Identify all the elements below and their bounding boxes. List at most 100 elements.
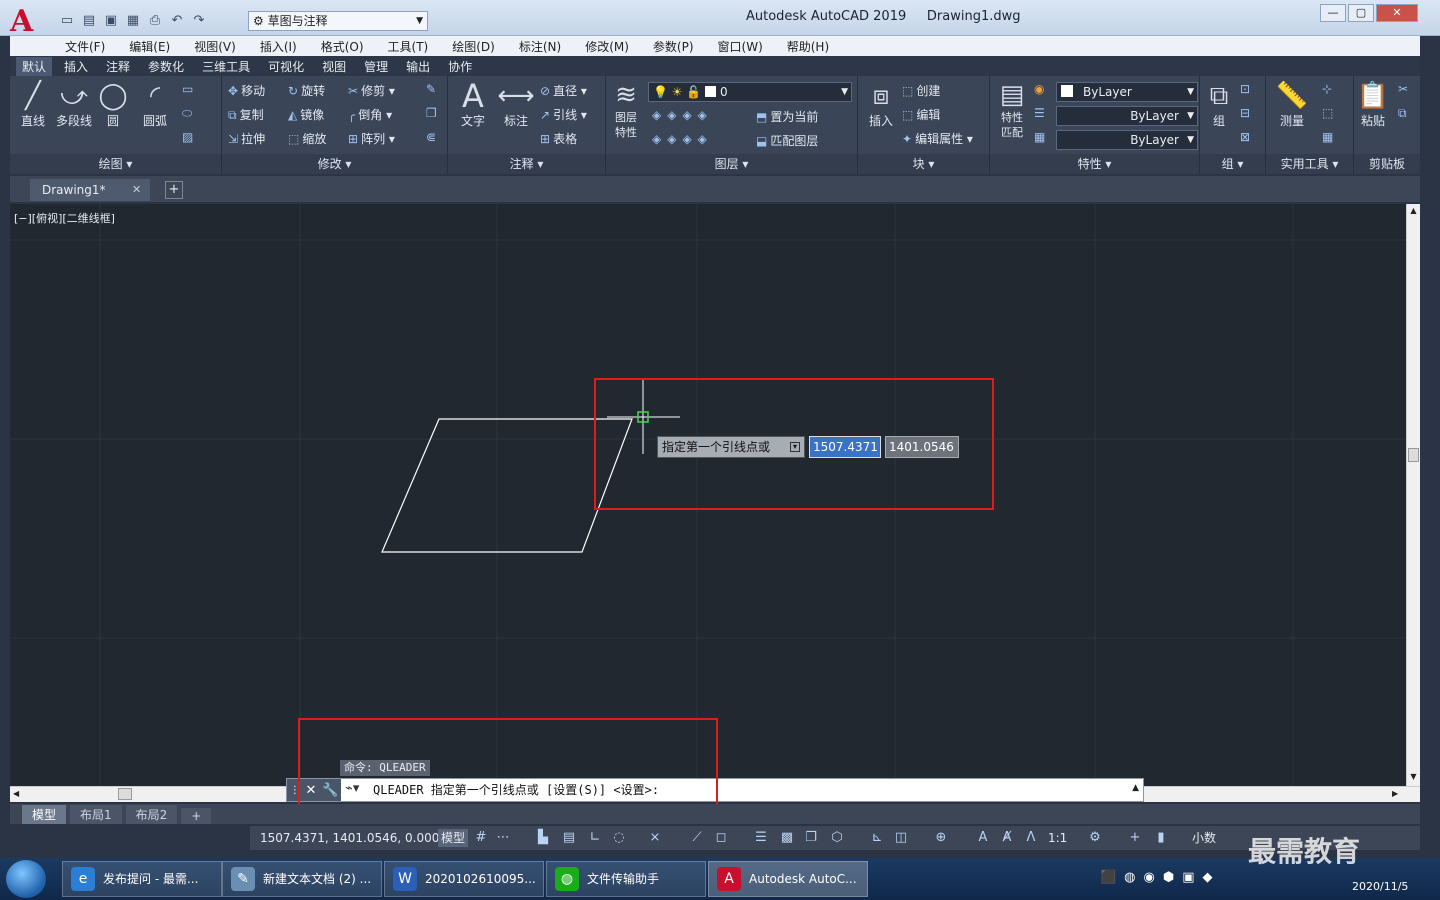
- tab-view[interactable]: 视图: [316, 57, 352, 76]
- chevron-up-icon[interactable]: ▲: [1132, 783, 1139, 793]
- tab-layout1[interactable]: 布局1: [70, 805, 122, 824]
- menu-edit[interactable]: 编辑(E): [129, 38, 170, 55]
- save-icon[interactable]: ▣: [102, 12, 120, 30]
- save-as-icon[interactable]: ▦: [124, 12, 142, 30]
- set-current-layer-button[interactable]: ⬒ 置为当前: [756, 108, 818, 125]
- menu-modify[interactable]: 修改(M): [585, 38, 629, 55]
- copy-button[interactable]: ⧉ 复制: [228, 106, 264, 123]
- tab-default[interactable]: 默认: [16, 56, 53, 76]
- menu-parametric[interactable]: 参数(P): [653, 38, 694, 55]
- new-file-icon[interactable]: ▭: [58, 12, 76, 30]
- tab-visualize[interactable]: 可视化: [262, 57, 310, 76]
- table-button[interactable]: ⊞ 表格: [540, 130, 577, 147]
- menu-window[interactable]: 窗口(W): [718, 38, 763, 55]
- create-block-button[interactable]: ⬚ 创建: [902, 82, 940, 99]
- object-snap-icon[interactable]: ◻: [712, 829, 730, 847]
- annotation-visibility-icon[interactable]: A: [974, 829, 992, 847]
- panel-properties-label[interactable]: 特性 ▾: [990, 154, 1199, 174]
- arc-button[interactable]: ◜ 圆弧: [138, 80, 172, 129]
- minimize-button[interactable]: —: [1320, 4, 1346, 22]
- polar-icon[interactable]: ◌: [610, 829, 628, 847]
- menu-insert[interactable]: 插入(I): [260, 38, 297, 55]
- taskbar-item-notepad[interactable]: ✎ 新建文本文档 (2) ...: [222, 861, 382, 897]
- mirror-button[interactable]: ◭ 镜像: [288, 106, 324, 123]
- panel-block-label[interactable]: 块 ▾: [858, 154, 989, 174]
- line-button[interactable]: ╱ 直线: [16, 80, 50, 129]
- units-icon[interactable]: ▮: [1152, 829, 1170, 847]
- match-properties-button[interactable]: ▤ 特性 匹配: [994, 80, 1030, 140]
- move-button[interactable]: ✥ 移动: [228, 82, 265, 99]
- add-layout-button[interactable]: +: [181, 808, 212, 824]
- panel-modify-label[interactable]: 修改 ▾: [222, 154, 447, 174]
- tab-annotate[interactable]: 注释: [100, 57, 136, 76]
- scroll-left-icon[interactable]: ◀: [13, 789, 19, 798]
- scale-button[interactable]: ⬚ 缩放: [288, 130, 326, 147]
- menu-help[interactable]: 帮助(H): [787, 38, 829, 55]
- group-edit-button[interactable]: ⊟: [1240, 106, 1253, 120]
- edit-block-button[interactable]: ⬚ 编辑: [902, 106, 940, 123]
- fillet-button[interactable]: ╭ 倒角 ▾: [348, 106, 392, 123]
- cut-button[interactable]: ✂: [1398, 82, 1411, 96]
- vertical-scrollbar[interactable]: ▲ ▼: [1406, 204, 1420, 786]
- layer-tools-row1[interactable]: ◈◈◈◈: [652, 108, 716, 122]
- tab-layout2[interactable]: 布局2: [125, 805, 178, 824]
- linetype-dropdown[interactable]: ByLayer ▼: [1056, 106, 1198, 126]
- selection-filter-icon[interactable]: ◫: [892, 829, 910, 847]
- transparency-display-icon[interactable]: ▩: [778, 829, 796, 847]
- erase-button[interactable]: ✎: [426, 82, 439, 96]
- dropdown-arrow-icon[interactable]: ▾: [790, 442, 800, 452]
- text-button[interactable]: A 文字: [456, 80, 490, 129]
- panel-groups-label[interactable]: 组 ▾: [1200, 154, 1265, 174]
- scroll-down-icon[interactable]: ▼: [1407, 772, 1420, 781]
- lineweight-dropdown[interactable]: ByLayer ▼: [1056, 130, 1198, 150]
- insert-block-button[interactable]: ⧈ 插入: [864, 80, 898, 129]
- select-all-button[interactable]: ⬚: [1322, 106, 1336, 120]
- new-tab-button[interactable]: +: [165, 181, 183, 199]
- stretch-button[interactable]: ⇲ 拉伸: [228, 130, 265, 147]
- ellipse-button[interactable]: ⬭: [182, 106, 195, 121]
- hatch-button[interactable]: ▨: [182, 130, 196, 144]
- model-space-button[interactable]: 模型: [438, 829, 469, 847]
- quick-select-button[interactable]: ⊹: [1322, 82, 1335, 96]
- object-snap-tracking-icon[interactable]: ⟋: [688, 829, 706, 847]
- scroll-right-icon[interactable]: ▶: [1392, 789, 1398, 798]
- taskbar-item-autocad[interactable]: A Autodesk AutoC...: [708, 861, 868, 897]
- panel-clipboard-label[interactable]: 剪贴板: [1354, 154, 1420, 174]
- taskbar-item-wechat[interactable]: ◍ 文件传输助手: [546, 861, 706, 897]
- lineweight-button[interactable]: ☰: [1034, 106, 1048, 120]
- tab-collaborate[interactable]: 协作: [442, 57, 478, 76]
- taskbar-item-ie[interactable]: e 发布提问 - 最需...: [62, 861, 222, 897]
- print-icon[interactable]: ⎙: [146, 12, 164, 30]
- workspace-gear-icon[interactable]: ⚙: [1086, 829, 1104, 847]
- selection-cycling-icon[interactable]: ❐: [802, 829, 820, 847]
- tab-parametric[interactable]: 参数化: [142, 57, 190, 76]
- drawing-canvas[interactable]: [−][俯视][二维线框]: [10, 204, 1406, 786]
- maximize-button[interactable]: ▢: [1348, 4, 1374, 22]
- dynamic-ucs-icon[interactable]: ⊾: [868, 829, 886, 847]
- dynamic-input-icon[interactable]: ▤: [560, 829, 578, 847]
- infer-constraints-icon[interactable]: ▙: [534, 829, 552, 847]
- annotation-monitor-icon[interactable]: +: [1126, 829, 1144, 847]
- ortho-icon[interactable]: ∟: [586, 829, 604, 847]
- annotation-scale-icon[interactable]: Ʌ: [1022, 829, 1040, 847]
- system-tray-icons[interactable]: ⬛◍◉⬢▣◆: [1100, 870, 1221, 885]
- panel-layers-label[interactable]: 图层 ▾: [606, 154, 857, 174]
- dimension-button[interactable]: ⟷ 标注: [496, 80, 536, 129]
- horizontal-scroll-thumb[interactable]: [118, 788, 132, 800]
- units-value[interactable]: 小数: [1192, 829, 1216, 847]
- rectangle-button[interactable]: ▭: [182, 82, 196, 96]
- leader-button[interactable]: ↗ 引线 ▾: [540, 106, 587, 123]
- tab-close-icon[interactable]: ✕: [132, 179, 141, 201]
- panel-draw-label[interactable]: 绘图 ▾: [10, 154, 221, 174]
- tab-output[interactable]: 输出: [400, 57, 436, 76]
- start-button[interactable]: [6, 860, 46, 898]
- dynamic-input-y[interactable]: 1401.0546: [885, 436, 959, 458]
- grid-icon[interactable]: #: [472, 829, 490, 847]
- group-select-button[interactable]: ⊠: [1240, 130, 1253, 144]
- panel-annotation-label[interactable]: 注释 ▾: [448, 154, 605, 174]
- calculator-button[interactable]: ▦: [1322, 130, 1336, 144]
- scroll-up-icon[interactable]: ▲: [1407, 206, 1420, 215]
- array-button[interactable]: ⊞ 阵列 ▾: [348, 130, 395, 147]
- autocad-logo-icon[interactable]: A: [10, 6, 50, 38]
- taskbar-clock-date[interactable]: 2020/11/5: [1352, 880, 1408, 893]
